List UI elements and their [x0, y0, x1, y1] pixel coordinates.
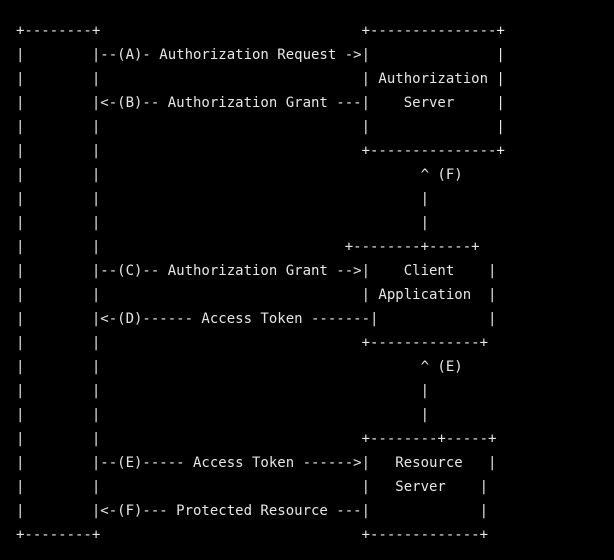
diagram-line: | | |	[16, 191, 430, 207]
diagram-line: | | |	[16, 383, 430, 399]
diagram-line: | |<-(D)------ Access Token -------| |	[16, 311, 497, 327]
diagram-line: | | +-------------+	[16, 335, 489, 351]
diagram-line: | | ^ (F)	[16, 167, 463, 183]
diagram-line: | | | Authorization |	[16, 71, 505, 87]
diagram-line: | |--(C)-- Authorization Grant -->| Clie…	[16, 263, 497, 279]
diagram-line: +--------+ +---------------+	[16, 23, 505, 39]
diagram-line: | |--(A)- Authorization Request ->| |	[16, 47, 505, 63]
diagram-line: | | +--------+-----+	[16, 239, 480, 255]
diagram-line: | | |	[16, 407, 430, 423]
diagram-line: | | | |	[16, 119, 505, 135]
diagram-line: | |<-(F)--- Protected Resource ---| |	[16, 503, 489, 519]
diagram-line: | | | Application |	[16, 287, 497, 303]
diagram-line: | | |	[16, 215, 430, 231]
diagram-line: | | +--------+-----+	[16, 431, 497, 447]
diagram-line: | |--(E)----- Access Token ------>| Reso…	[16, 455, 497, 471]
diagram-line: | | +---------------+	[16, 143, 505, 159]
diagram-line: | |<-(B)-- Authorization Grant ---| Serv…	[16, 95, 505, 111]
oauth-flow-ascii-diagram: +--------+ +---------------+ | |--(A)- Au…	[16, 19, 505, 547]
diagram-line: | | ^ (E)	[16, 359, 463, 375]
diagram-line: +--------+ +-------------+	[16, 527, 489, 543]
diagram-line: | | | Server |	[16, 479, 489, 495]
